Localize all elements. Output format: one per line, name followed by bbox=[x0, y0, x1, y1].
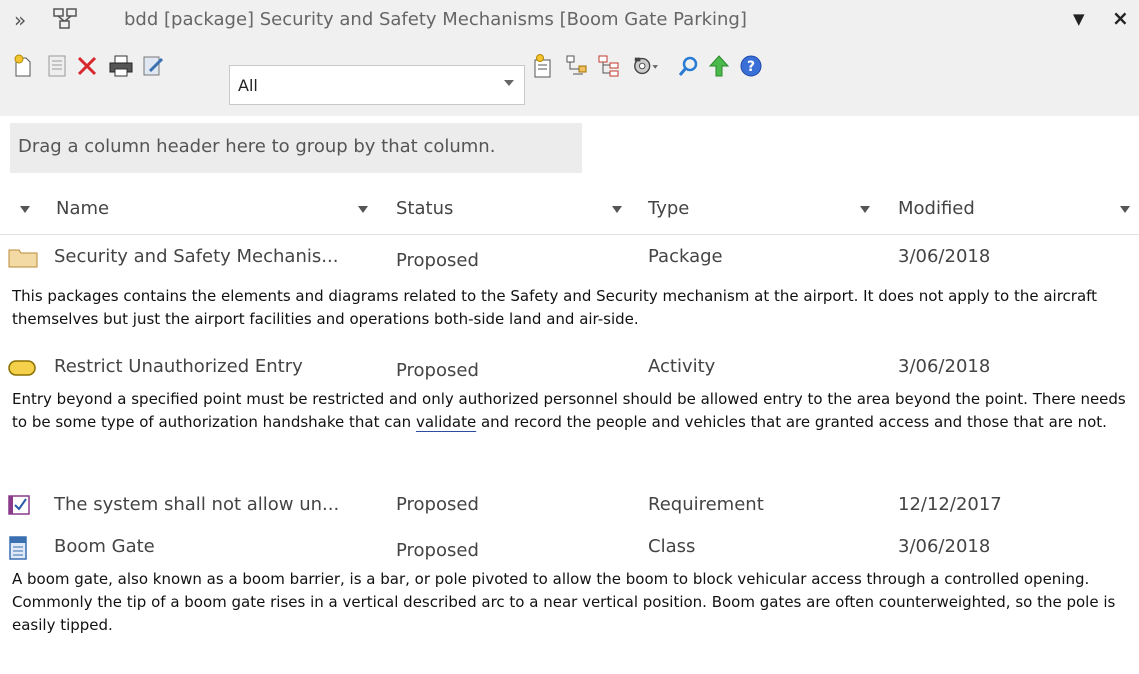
column-header-name[interactable]: Name bbox=[56, 198, 109, 219]
type-filter-icon[interactable] bbox=[860, 206, 870, 213]
table-row[interactable]: Security and Safety Mechanis... Proposed… bbox=[0, 240, 1139, 340]
row-type: Class bbox=[648, 536, 696, 557]
row-status: Proposed bbox=[396, 494, 479, 515]
package-icon bbox=[8, 249, 38, 268]
row-name: The system shall not allow un... bbox=[54, 494, 340, 515]
column-header-row: Name Status Type Modified bbox=[0, 186, 1139, 235]
row-modified: 3/06/2018 bbox=[898, 356, 991, 377]
row-status: Proposed bbox=[396, 250, 479, 271]
row-name: Security and Safety Mechanis... bbox=[54, 246, 339, 267]
row-type: Requirement bbox=[648, 494, 764, 515]
edit-notes-icon[interactable] bbox=[140, 53, 166, 79]
window-title-bar: » bdd [package] Security and Safety Mech… bbox=[0, 0, 1139, 40]
activity-icon bbox=[8, 360, 36, 376]
window-menu-icon[interactable]: ▼ bbox=[1073, 10, 1085, 28]
tags-icon[interactable] bbox=[530, 53, 556, 79]
row-name: Boom Gate bbox=[54, 536, 155, 557]
table-row[interactable]: The system shall not allow un... Propose… bbox=[0, 488, 1139, 528]
column-header-status[interactable]: Status bbox=[396, 198, 453, 219]
window-title: bdd [package] Security and Safety Mechan… bbox=[124, 9, 747, 30]
row-modified: 3/06/2018 bbox=[898, 536, 991, 557]
delete-icon[interactable] bbox=[74, 53, 100, 79]
new-element-icon[interactable] bbox=[10, 53, 36, 79]
column-header-modified[interactable]: Modified bbox=[898, 198, 975, 219]
toolbar: ? bbox=[0, 40, 1139, 116]
row-name: Restrict Unauthorized Entry bbox=[54, 356, 303, 377]
row-status: Proposed bbox=[396, 540, 479, 561]
modified-filter-icon[interactable] bbox=[1120, 206, 1130, 213]
up-icon[interactable] bbox=[706, 53, 732, 79]
diagram-icon bbox=[53, 8, 77, 29]
row-modified: 12/12/2017 bbox=[898, 494, 1002, 515]
find-icon[interactable] bbox=[676, 53, 702, 79]
validate-link[interactable]: validate bbox=[416, 413, 476, 431]
chevron-down-icon bbox=[504, 80, 514, 86]
table-row[interactable]: Restrict Unauthorized Entry Proposed Act… bbox=[0, 350, 1139, 468]
help-icon[interactable]: ? bbox=[738, 53, 764, 79]
column-header-type[interactable]: Type bbox=[648, 198, 689, 219]
status-filter-icon[interactable] bbox=[612, 206, 622, 213]
table-row[interactable]: Boom Gate Proposed Class 3/06/2018 A boo… bbox=[0, 532, 1139, 660]
properties-icon[interactable] bbox=[44, 53, 70, 79]
row-notes: Entry beyond a specified point must be r… bbox=[12, 390, 1126, 431]
row-status: Proposed bbox=[396, 360, 479, 381]
group-by-area[interactable]: Drag a column header here to group by th… bbox=[10, 123, 582, 173]
row-modified: 3/06/2018 bbox=[898, 246, 991, 267]
column-chooser-icon[interactable] bbox=[20, 206, 30, 213]
row-notes: This packages contains the elements and … bbox=[12, 287, 1098, 328]
row-type: Package bbox=[648, 246, 723, 267]
print-icon[interactable] bbox=[108, 53, 134, 79]
close-icon[interactable]: × bbox=[1112, 6, 1129, 30]
hierarchy-icon[interactable] bbox=[564, 53, 590, 79]
tree-icon[interactable] bbox=[596, 53, 622, 79]
filter-value: All bbox=[238, 76, 258, 95]
requirement-icon bbox=[8, 495, 30, 515]
name-filter-icon[interactable] bbox=[358, 206, 368, 213]
row-notes: A boom gate, also known as a boom barrie… bbox=[12, 570, 1116, 634]
class-icon bbox=[9, 536, 27, 560]
expand-icon[interactable]: » bbox=[14, 8, 26, 32]
row-type: Activity bbox=[648, 356, 716, 377]
svg-text:?: ? bbox=[747, 59, 755, 75]
options-icon[interactable] bbox=[632, 53, 658, 79]
filter-select[interactable]: All bbox=[229, 65, 525, 105]
